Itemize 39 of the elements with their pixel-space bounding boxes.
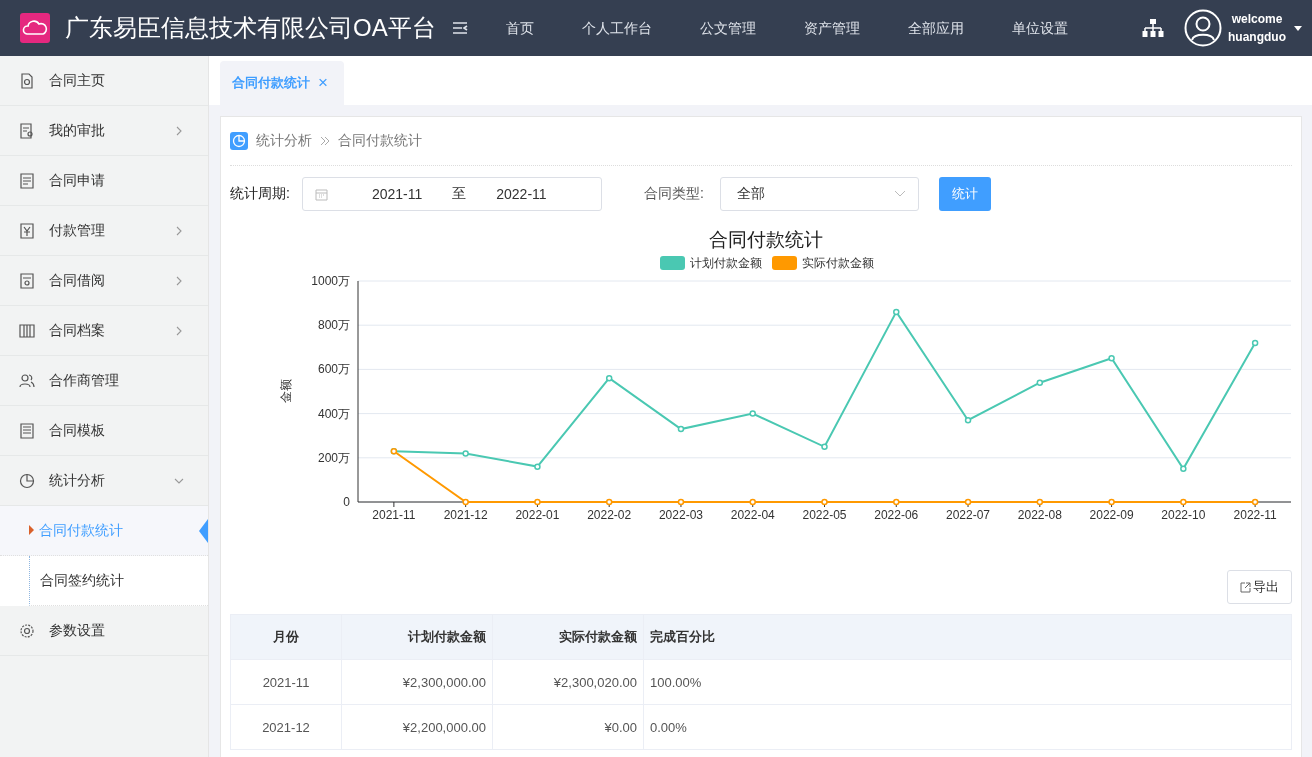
- table-cell: 2021-11: [230, 659, 342, 705]
- column-header: 计划付款金额: [341, 614, 493, 660]
- table-cell: ¥2,300,020.00: [492, 659, 644, 705]
- legend-label: 计划付款金额: [690, 256, 762, 270]
- legend-label: 实际付款金额: [802, 256, 874, 270]
- column-header: 月份: [230, 614, 342, 660]
- x-tick-label: 2022-07: [946, 508, 991, 522]
- y-tick-label: 800万: [317, 318, 350, 333]
- column-header: 完成百分比: [643, 614, 1292, 660]
- y-tick-label: 0: [343, 495, 351, 509]
- table-cell: 0.00%: [643, 704, 1292, 750]
- x-tick-label: 2022-06: [874, 508, 919, 522]
- welcome-text: welcome: [1231, 11, 1283, 28]
- table-cell: ¥0.00: [492, 704, 644, 750]
- table-cell: 100.00%: [643, 659, 1292, 705]
- x-tick-label: 2022-04: [730, 508, 776, 522]
- table-cell: ¥2,300,000.00: [341, 659, 493, 705]
- x-tick-label: 2022-09: [1089, 508, 1134, 522]
- x-tick-label: 2022-08: [1017, 508, 1063, 522]
- x-tick-label: 2022-11: [1233, 508, 1278, 522]
- y-axis-title: 金额: [279, 379, 293, 403]
- y-tick-label: 1000万: [311, 274, 350, 288]
- x-tick-label: 2022-01: [515, 508, 560, 522]
- x-tick-label: 2021-11: [372, 508, 416, 522]
- type-label: 合同类型:: [643, 185, 704, 203]
- x-tick-label: 2021-12: [443, 508, 488, 522]
- table-cell: ¥2,200,000.00: [341, 704, 493, 750]
- x-tick-label: 2022-02: [587, 508, 632, 522]
- x-tick-label: 2022-05: [802, 508, 847, 522]
- y-tick-label: 400万: [317, 406, 350, 421]
- y-tick-label: 600万: [317, 362, 350, 377]
- column-header: 实际付款金额: [492, 614, 644, 660]
- table-cell: 2021-12: [230, 704, 342, 750]
- x-tick-label: 2022-03: [658, 508, 704, 522]
- app-title: 广东易臣信息技术有限公司OA平台: [65, 13, 436, 43]
- chart-title: 合同付款统计: [709, 229, 823, 250]
- y-tick-label: 200万: [317, 450, 350, 465]
- period-label: 统计周期:: [230, 185, 290, 203]
- x-tick-label: 2022-10: [1161, 508, 1206, 522]
